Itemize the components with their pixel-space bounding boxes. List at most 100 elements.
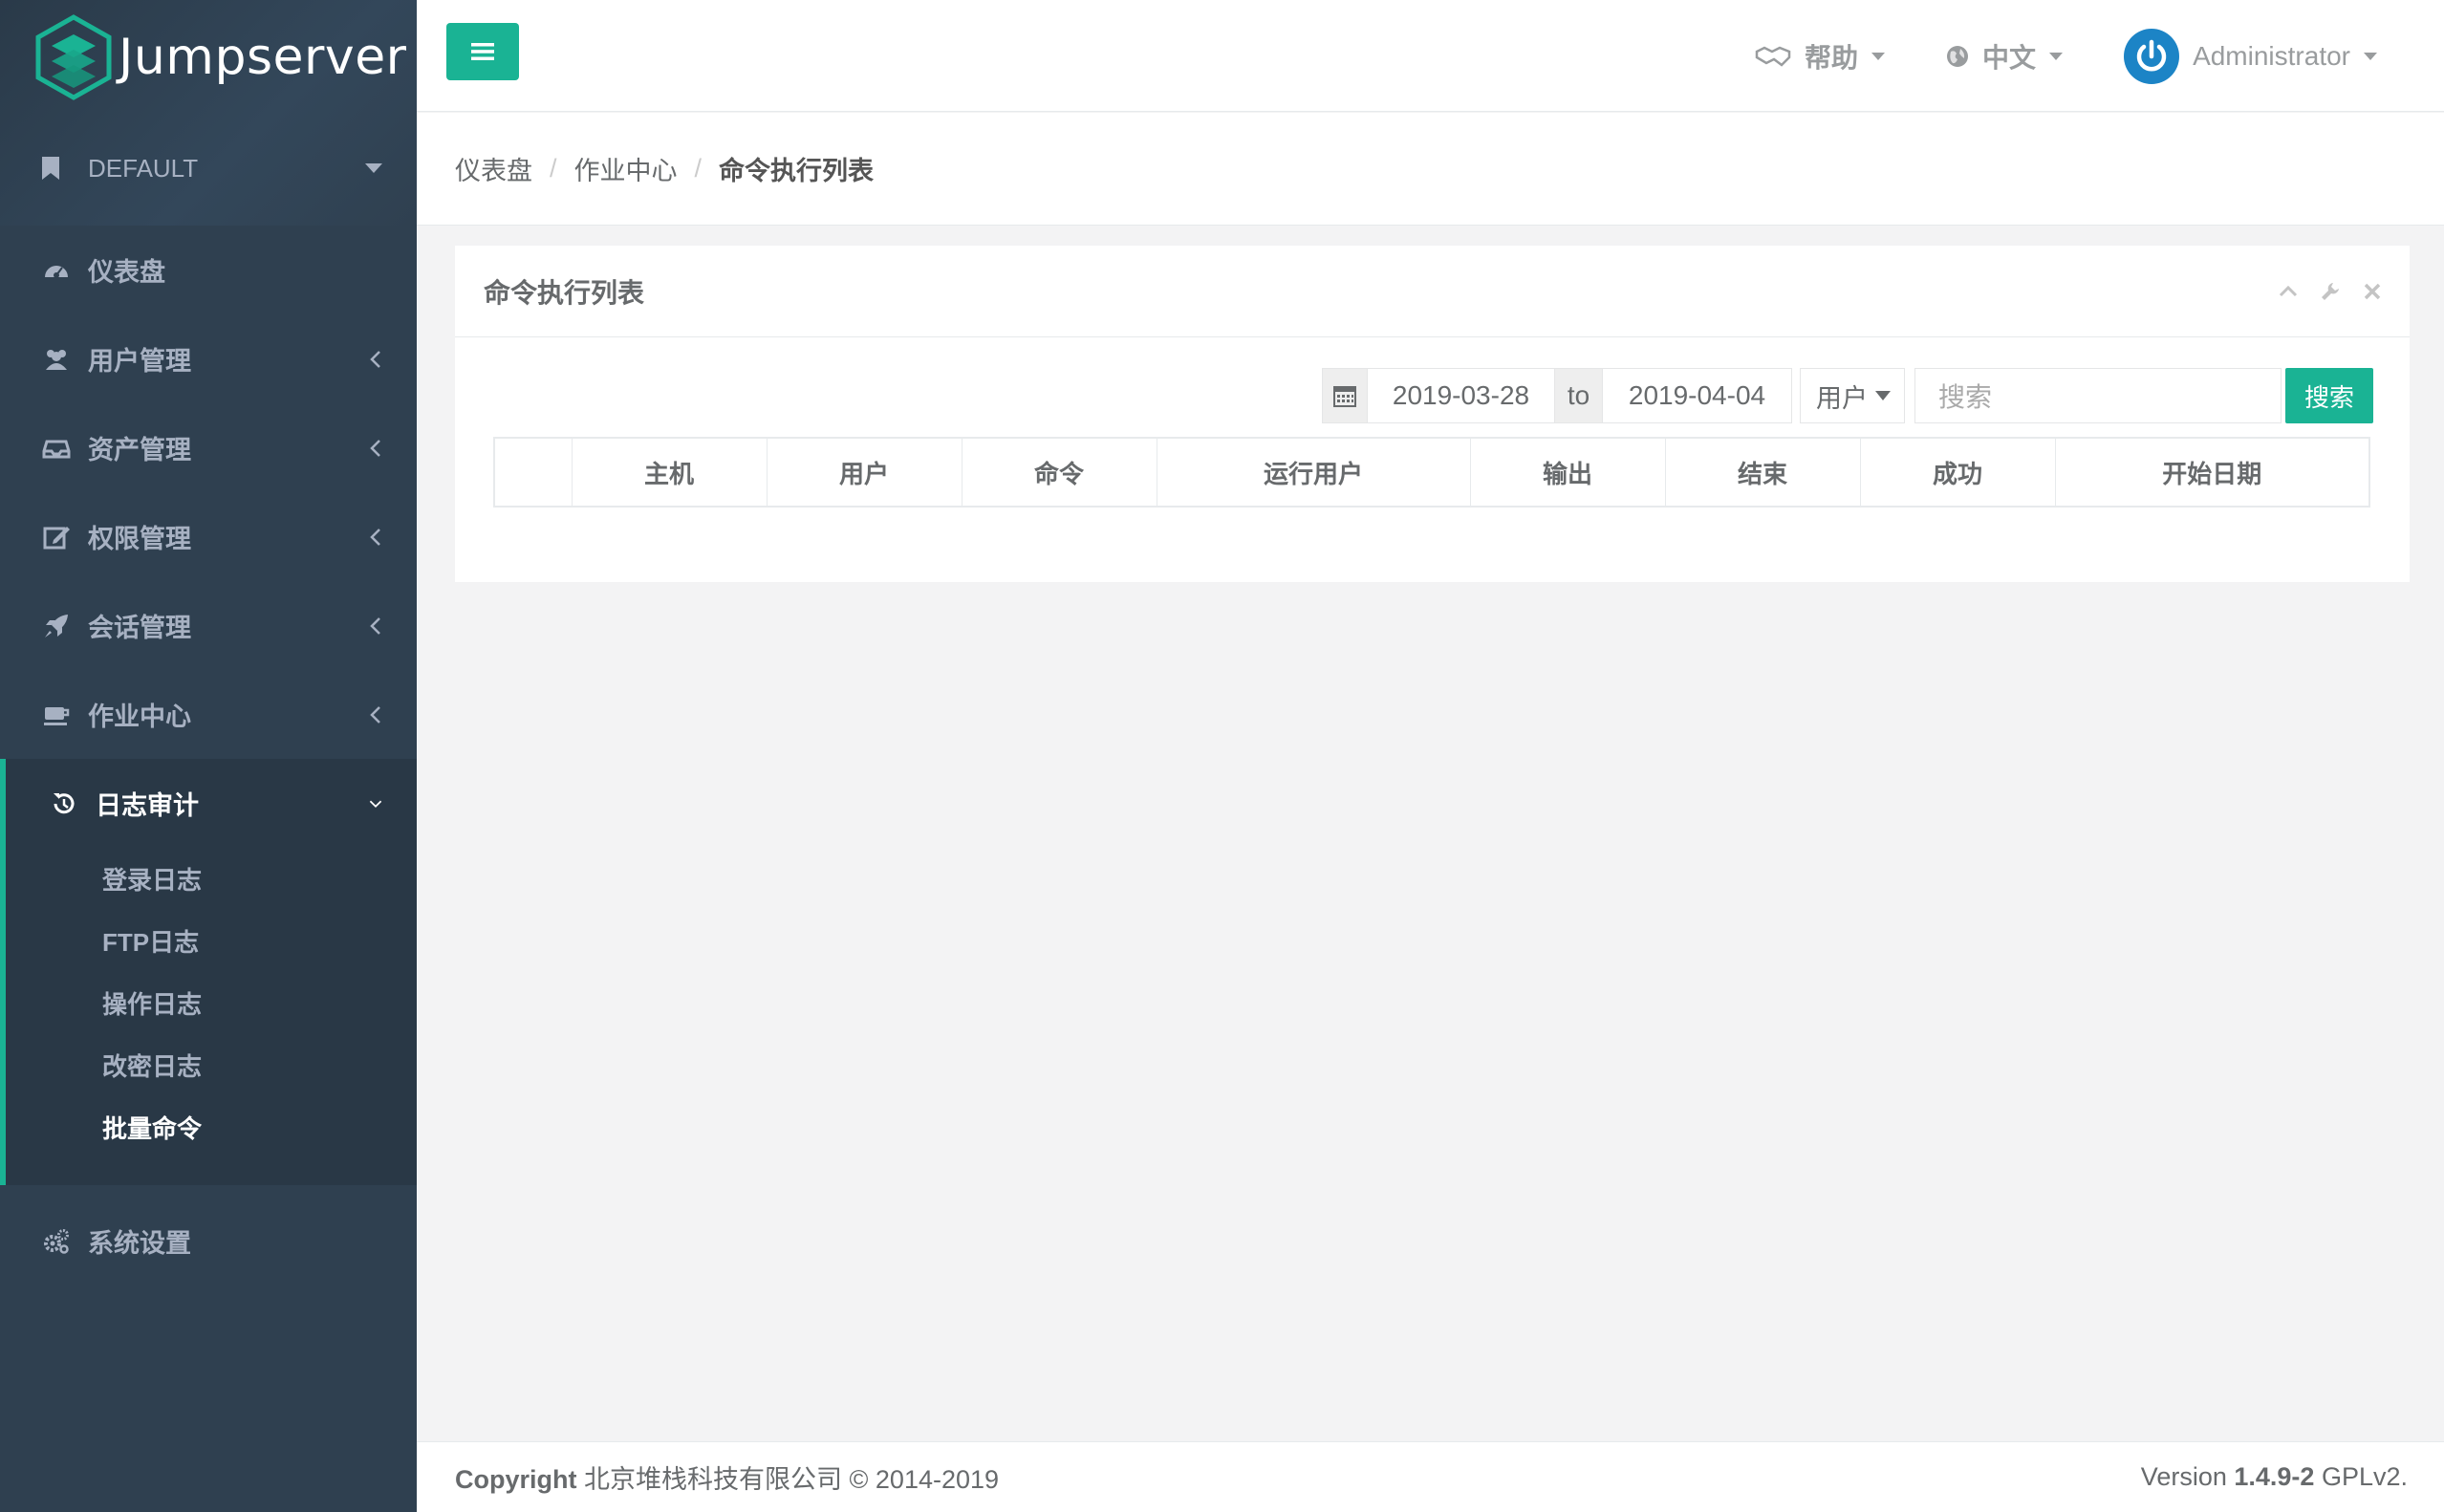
column-header-run-user[interactable]: 运行用户 [1156,439,1470,506]
search-button[interactable]: 搜索 [2285,368,2373,423]
version-info: Version 1.4.9-2 GPLv2. [2141,1462,2408,1492]
panel-tools [2278,281,2383,302]
sidebar-item-assets[interactable]: 资产管理 [0,403,417,492]
sidebar-item-audit[interactable]: 日志审计 [6,759,417,848]
close-icon[interactable] [2362,281,2383,302]
column-header-user[interactable]: 用户 [766,439,962,506]
breadcrumb-item-current: 命令执行列表 [719,157,875,185]
caret-down-icon [1875,391,1891,400]
column-header-checkbox[interactable] [495,439,572,506]
column-header-output[interactable]: 输出 [1469,439,1665,506]
inbox-icon [42,440,71,458]
chevron-down-icon [369,800,382,808]
subnav-item-login-log[interactable]: 登录日志 [6,848,417,910]
subnav-item-operate-log[interactable]: 操作日志 [6,972,417,1034]
handshake-icon [1755,46,1791,67]
sidebar-item-users[interactable]: 用户管理 [0,314,417,403]
audit-submenu: 登录日志 FTP日志 操作日志 改密日志 批量命令 [6,848,417,1158]
chevron-left-icon [370,439,380,457]
sidebar-item-label: 会话管理 [88,614,191,642]
sidebar-item-settings[interactable]: 系统设置 [0,1197,417,1285]
footer: Copyright 北京堆栈科技有限公司 © 2014-2019 Version… [417,1441,2444,1512]
subnav-item-password-change-log[interactable]: 改密日志 [6,1034,417,1096]
copyright-company: 北京堆栈科技有限公司 © 2014-2019 [584,1465,1000,1494]
dashboard-icon [45,265,68,278]
panel-title: 命令执行列表 [484,277,645,308]
breadcrumb-item-dashboard[interactable]: 仪表盘 [455,150,532,187]
breadcrumb-item-jobs[interactable]: 作业中心 [574,150,678,187]
language-label: 中文 [1982,42,2037,73]
wrench-icon[interactable] [2320,281,2341,302]
chevron-left-icon [370,350,380,368]
users-icon [46,349,67,370]
version-label: Version [2140,1462,2227,1491]
breadcrumb-separator: / [694,154,703,183]
sidebar-group-audit: 日志审计 登录日志 FTP日志 操作日志 改密日志 批量命令 [0,759,417,1185]
caret-down-icon [365,163,382,173]
history-icon [54,792,75,813]
sidebar-item-label: 系统设置 [88,1229,191,1258]
chevron-left-icon [370,616,380,635]
subnav-item-ftp-log[interactable]: FTP日志 [6,910,417,972]
bookmark-icon [42,157,59,180]
sidebar-item-label: 仪表盘 [88,258,165,287]
chevron-left-icon [370,528,380,546]
logo[interactable]: Jumpserver [34,13,407,101]
column-header-host[interactable]: 主机 [571,439,767,506]
caret-down-icon [2049,52,2064,60]
caret-down-icon [1871,52,1886,60]
edit-icon [43,526,70,549]
search-input[interactable]: 搜索 [1914,368,2282,423]
subnav-label: FTP日志 [102,928,200,957]
sidebar: Jumpserver DEFAULT 仪表盘 用户管理 资产管理 权限管理 会话… [0,0,417,1512]
command-execution-panel: 命令执行列表 2019-03-28 to 2019-04-04 用户 搜索 搜索… [455,246,2410,582]
user-menu[interactable]: Administrator [2124,28,2377,84]
user-name: Administrator [2193,40,2350,71]
caret-down-icon [2364,52,2377,60]
toggle-sidebar-button[interactable] [446,23,519,80]
help-label: 帮助 [1805,42,1859,73]
license: GPLv2. [2321,1462,2408,1491]
coffee-icon [44,706,70,725]
copyright-label: Copyright [455,1465,577,1494]
column-header-success[interactable]: 成功 [1859,439,2055,506]
sidebar-item-label: 用户管理 [88,347,191,376]
date-from-input[interactable]: 2019-03-28 [1368,368,1555,423]
sidebar-item-label: 资产管理 [88,436,191,464]
copyright: Copyright 北京堆栈科技有限公司 © 2014-2019 [455,1458,999,1496]
sidebar-item-dashboard[interactable]: 仪表盘 [0,226,417,314]
hamburger-icon [471,43,494,60]
date-range-to-label: to [1555,368,1603,423]
gears-icon [44,1228,69,1254]
column-header-finished[interactable]: 结束 [1664,439,1860,506]
subnav-label: 登录日志 [102,866,203,895]
subnav-item-batch-command[interactable]: 批量命令 [6,1096,417,1158]
calendar-icon [1333,386,1356,407]
sidebar-header: Jumpserver DEFAULT [0,0,417,226]
column-header-command[interactable]: 命令 [961,439,1157,506]
power-icon [2136,39,2167,71]
help-menu[interactable]: 帮助 [1755,37,1886,76]
sidebar-item-label: 日志审计 [96,791,199,820]
date-to-input[interactable]: 2019-04-04 [1603,368,1792,423]
brand-name: Jumpserver [119,29,407,86]
filter-field-select[interactable]: 用户 [1800,368,1905,423]
chevron-up-icon[interactable] [2278,281,2299,302]
subnav-label: 批量命令 [102,1114,203,1143]
filter-bar: 2019-03-28 to 2019-04-04 用户 搜索 搜索 [1322,368,2373,423]
filter-field-value: 用户 [1816,383,1868,413]
subnav-label: 操作日志 [102,990,203,1019]
sidebar-item-jobs[interactable]: 作业中心 [0,670,417,759]
version-number: 1.4.9-2 [2234,1462,2315,1491]
language-menu[interactable]: 中文 [1946,37,2064,76]
avatar [2124,28,2180,84]
command-table: 主机 用户 命令 运行用户 输出 结束 成功 开始日期 [493,437,2370,508]
sidebar-item-permissions[interactable]: 权限管理 [0,492,417,581]
top-right-menu: 帮助 中文 Administrator [1755,0,2377,112]
sidebar-item-sessions[interactable]: 会话管理 [0,581,417,670]
breadcrumb: 仪表盘 / 作业中心 / 命令执行列表 [417,113,2444,226]
column-header-start-date[interactable]: 开始日期 [2054,439,2368,506]
org-selector[interactable]: DEFAULT [42,145,382,191]
org-name: DEFAULT [88,153,199,183]
breadcrumb-separator: / [550,154,557,183]
